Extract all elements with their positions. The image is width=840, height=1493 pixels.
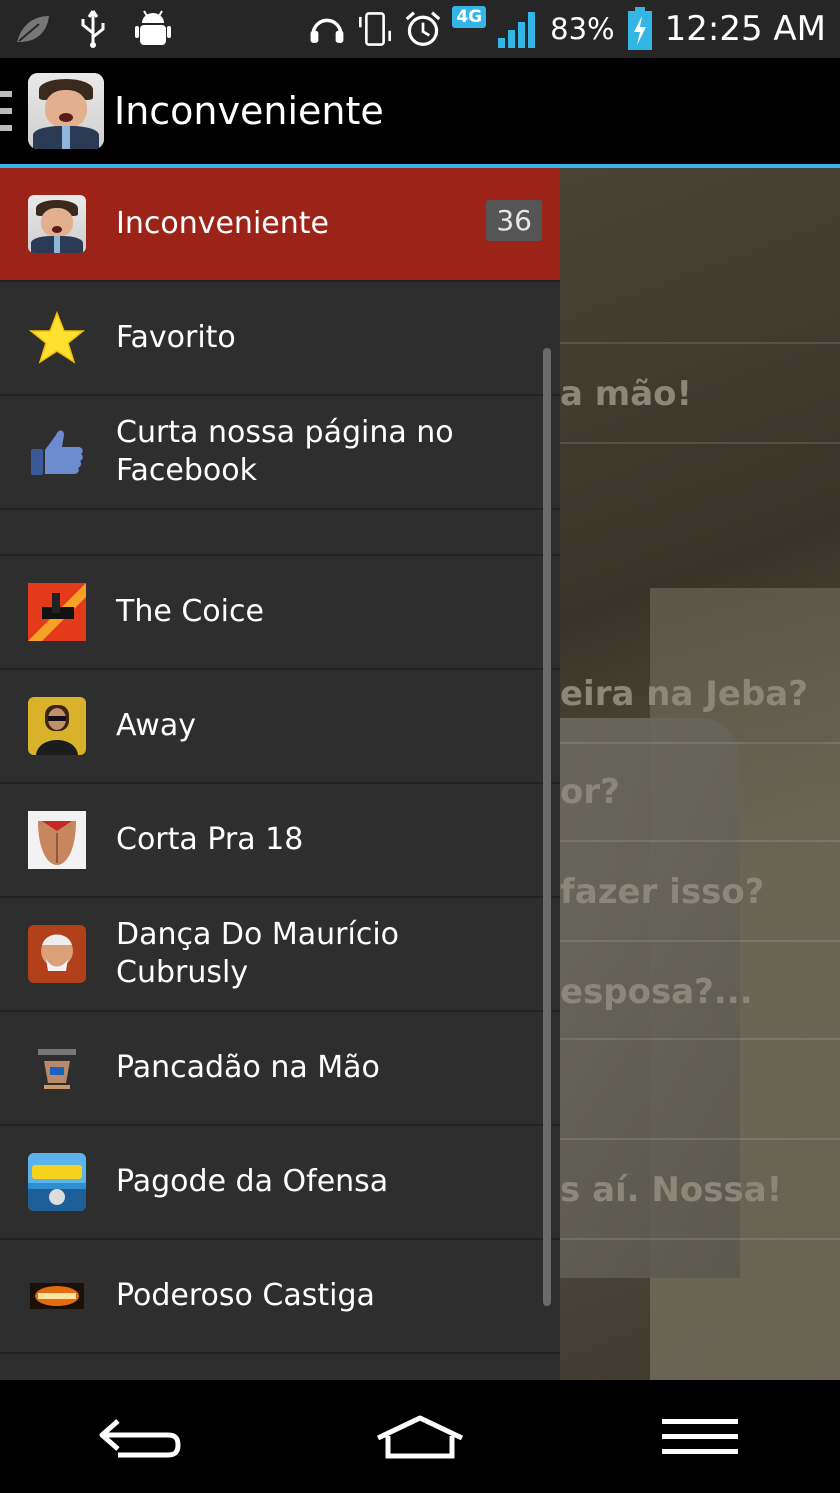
signal-icon xyxy=(496,10,540,48)
away-thumbnail xyxy=(28,697,86,755)
list-item[interactable]: fazer isso? xyxy=(560,872,764,912)
drawer-toggle-icon[interactable] xyxy=(0,91,12,131)
drawer-item-label: The Coice xyxy=(116,594,264,629)
vibrate-icon xyxy=(356,10,394,48)
drawer-item-partial[interactable] xyxy=(0,1354,560,1380)
list-item[interactable]: s aí. Nossa! xyxy=(560,1170,782,1210)
drawer-item-label: Pancadão na Mão xyxy=(116,1050,380,1085)
system-nav-bar xyxy=(0,1380,840,1493)
network-type-badge: 4G xyxy=(452,6,487,28)
action-bar: Inconveniente xyxy=(0,58,840,168)
app-avatar-icon[interactable] xyxy=(28,73,104,149)
back-icon[interactable] xyxy=(90,1407,190,1467)
drawer-item-pancadao[interactable]: Pancadão na Mão xyxy=(0,1012,560,1126)
drawer-item-label: Pagode da Ofensa xyxy=(116,1164,389,1199)
home-icon[interactable] xyxy=(370,1407,470,1467)
drawer-item-inconveniente[interactable]: Inconveniente 36 xyxy=(0,168,560,282)
the-coice-thumbnail xyxy=(28,583,86,641)
drawer-item-pagode[interactable]: Pagode da Ofensa xyxy=(0,1126,560,1240)
battery-percent: 83% xyxy=(550,12,615,46)
drawer-scrollbar[interactable] xyxy=(543,348,551,1306)
drawer-item-label: Away xyxy=(116,708,196,743)
drawer-divider xyxy=(0,510,560,556)
list-item[interactable]: esposa?... xyxy=(560,972,753,1012)
usb-icon xyxy=(74,10,112,48)
drawer-item-favorito[interactable]: Favorito xyxy=(0,282,560,396)
drawer-item-the-coice[interactable]: The Coice xyxy=(0,556,560,670)
alarm-icon xyxy=(404,10,442,48)
drawer-item-danca[interactable]: Dança Do Maurício Cubrusly xyxy=(0,898,560,1012)
drawer-item-label: Dança Do Maurício Cubrusly xyxy=(116,917,400,990)
menu-icon[interactable] xyxy=(650,1407,750,1467)
list-item[interactable]: eira na Jeba? xyxy=(560,674,808,714)
android-debug-icon xyxy=(134,10,172,48)
drawer-item-corta-pra-18[interactable]: Corta Pra 18 xyxy=(0,784,560,898)
list-item[interactable]: or? xyxy=(560,772,620,812)
drawer-item-label: Inconveniente xyxy=(116,206,329,241)
headset-icon xyxy=(308,10,346,48)
count-badge: 36 xyxy=(486,200,542,241)
pagode-thumbnail xyxy=(28,1153,86,1211)
drawer-item-label: Corta Pra 18 xyxy=(116,822,304,857)
navigation-drawer: Inconveniente 36 Favorito Curta nossa pá… xyxy=(0,168,560,1380)
drawer-item-facebook[interactable]: Curta nossa página no Facebook xyxy=(0,396,560,510)
app-avatar-icon xyxy=(28,195,86,253)
danca-thumbnail xyxy=(28,925,86,983)
star-icon xyxy=(28,309,86,367)
thumbs-up-icon xyxy=(28,423,86,481)
list-item[interactable]: a mão! xyxy=(560,374,692,414)
clock: 12:25 AM xyxy=(664,9,826,49)
drawer-item-label: Poderoso Castiga xyxy=(116,1278,375,1313)
drawer-item-label: Curta nossa página no Facebook xyxy=(116,415,454,488)
leaf-icon xyxy=(14,10,52,48)
poderoso-thumbnail xyxy=(28,1267,86,1325)
status-bar: 4G 83% 12:25 AM xyxy=(0,0,840,58)
background-content-list: a mão! eira na Jeba? or? fazer isso? esp… xyxy=(560,168,840,1380)
drawer-item-poderoso[interactable]: Poderoso Castiga xyxy=(0,1240,560,1354)
corta-pra-18-thumbnail xyxy=(28,811,86,869)
drawer-item-label: Favorito xyxy=(116,320,236,355)
pancadao-thumbnail xyxy=(28,1039,86,1097)
drawer-item-away[interactable]: Away xyxy=(0,670,560,784)
app-title[interactable]: Inconveniente xyxy=(114,89,384,133)
battery-charging-icon xyxy=(625,7,655,50)
